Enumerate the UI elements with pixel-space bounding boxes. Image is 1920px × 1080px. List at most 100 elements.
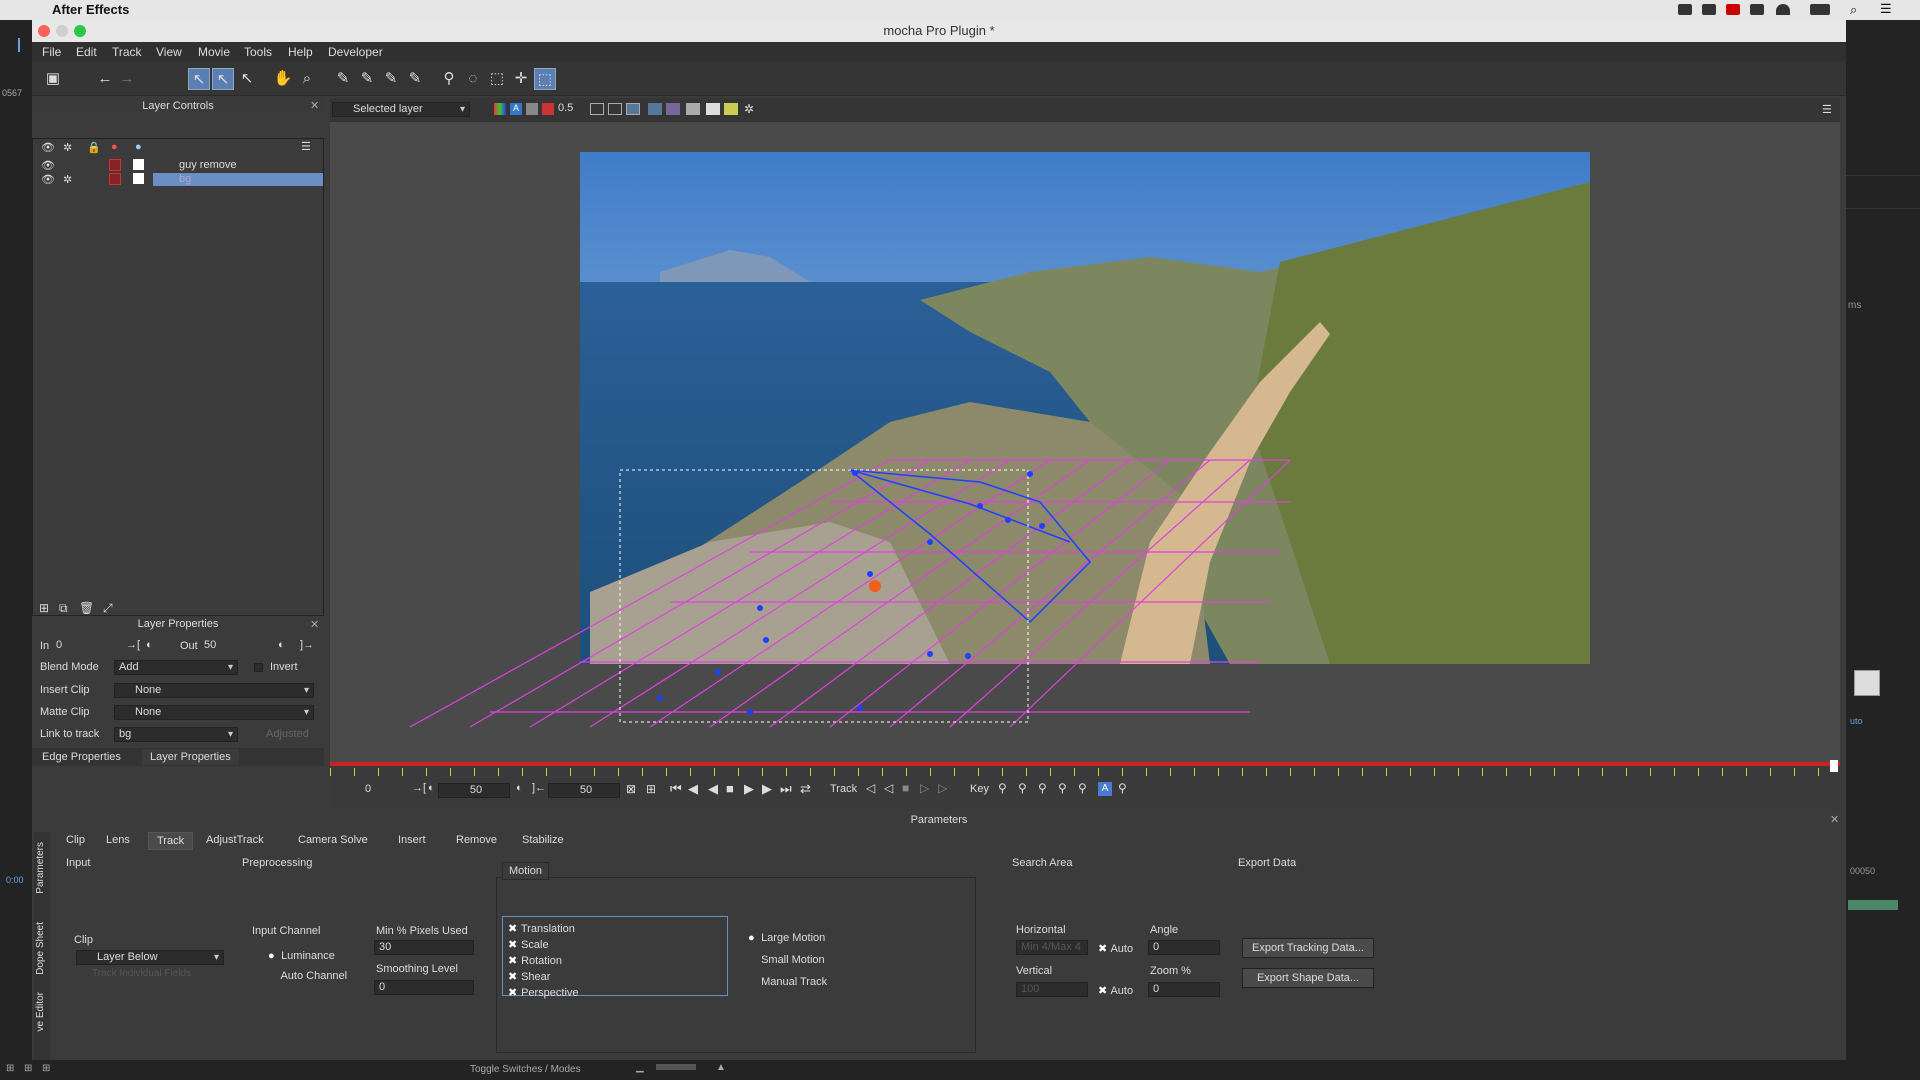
dropbox-icon[interactable] xyxy=(1678,4,1692,15)
in-keyframe-icon[interactable]: ◐ xyxy=(146,639,153,651)
add-key-icon[interactable]: ⚲ xyxy=(1018,781,1027,795)
out-keyframe-icon[interactable]: ◐ xyxy=(516,782,523,794)
tab-lens[interactable]: Lens xyxy=(98,832,138,848)
track-backward-icon[interactable]: ◁ xyxy=(866,781,875,795)
duplicate-layer-icon[interactable]: ⧉ xyxy=(59,601,68,616)
tab-edge-properties[interactable]: Edge Properties xyxy=(42,751,121,763)
layer-matte-swatch[interactable] xyxy=(133,173,144,184)
overlay-icon[interactable] xyxy=(724,103,738,115)
zoom-tool-icon[interactable]: ⌕ xyxy=(296,68,318,90)
matte-view-icon[interactable] xyxy=(526,103,538,115)
step-forward-icon[interactable]: ▶ xyxy=(762,781,772,797)
add-point-tool-icon[interactable]: ↖ xyxy=(236,68,258,90)
current-frame-field[interactable]: 50 xyxy=(438,783,510,798)
clip-dropdown[interactable]: Layer Below xyxy=(76,950,224,965)
toggle-switches-modes[interactable]: Toggle Switches / Modes xyxy=(470,1064,581,1075)
close-panel-icon[interactable]: ✕ xyxy=(1830,813,1839,826)
smoothing-field[interactable]: 0 xyxy=(374,980,474,995)
step-back-icon[interactable]: ◀ xyxy=(688,781,698,797)
notification-center-icon[interactable]: ☰ xyxy=(1880,1,1892,17)
menu-file[interactable]: File xyxy=(42,45,61,59)
hand-tool-icon[interactable]: ✋ xyxy=(272,68,294,90)
alpha-channel-icon[interactable]: A xyxy=(510,103,522,115)
zoom-field[interactable]: 0 xyxy=(1148,982,1220,997)
vertical-field[interactable]: 100 xyxy=(1016,982,1088,997)
xspline-tool-icon[interactable]: ✎ xyxy=(332,68,354,90)
zoom-slider[interactable] xyxy=(656,1064,696,1070)
layer-color-view-icon[interactable] xyxy=(542,103,554,115)
play-forward-icon[interactable]: ▶ xyxy=(744,781,754,797)
menu-help[interactable]: Help xyxy=(288,45,313,59)
horizontal-auto-checkbox[interactable]: ✖ Auto xyxy=(1098,942,1133,955)
manual-track-radio[interactable]: Manual Track xyxy=(748,976,827,988)
viewer-menu-icon[interactable]: ☰ xyxy=(1822,103,1832,116)
track-forward-icon[interactable]: ▷ xyxy=(938,781,947,795)
layer-row[interactable]: 👁 guy remove xyxy=(33,159,323,173)
track-stop-icon[interactable]: ■ xyxy=(902,781,909,795)
tab-adjusttrack[interactable]: AdjustTrack xyxy=(198,832,272,848)
menu-view[interactable]: View xyxy=(156,45,182,59)
insert-clip-dropdown[interactable]: None xyxy=(114,683,314,698)
layer-name[interactable]: bg xyxy=(153,173,323,186)
auto-channel-radio[interactable]: Auto Channel xyxy=(268,970,347,982)
delete-key-icon[interactable]: ⚲ xyxy=(1058,781,1067,795)
start-frame-field[interactable]: 0 xyxy=(330,783,402,798)
rotation-checkbox[interactable]: ✖ Rotation xyxy=(508,954,562,967)
viewer-canvas[interactable] xyxy=(330,122,1840,762)
tab-stabilize[interactable]: Stabilize xyxy=(514,832,572,848)
select-b-tool-icon[interactable]: ↖ xyxy=(212,68,234,90)
key-lock-icon[interactable]: ⚲ xyxy=(1118,781,1127,795)
close-panel-icon[interactable]: ✕ xyxy=(310,618,319,631)
loop-icon[interactable]: ⇄ xyxy=(800,781,811,797)
pick-tool-icon[interactable]: ↖ xyxy=(188,68,210,90)
menu-movie[interactable]: Movie xyxy=(198,45,230,59)
track-step-back-icon[interactable]: ◁ xyxy=(884,781,893,795)
visibility-icon[interactable]: 👁 xyxy=(41,173,55,186)
min-pixels-field[interactable]: 30 xyxy=(374,940,474,955)
end-frame-field[interactable]: 50 xyxy=(548,783,620,798)
go-to-end-icon[interactable]: ⏭ xyxy=(780,781,792,797)
tab-insert[interactable]: Insert xyxy=(390,832,434,848)
delete-all-keys-icon[interactable]: ⚲ xyxy=(1078,781,1087,795)
set-in-icon[interactable]: →[ xyxy=(126,639,140,651)
layer-matte-swatch[interactable] xyxy=(133,159,144,170)
prev-key-icon[interactable]: ⚲ xyxy=(998,781,1007,795)
visibility-icon[interactable]: 👁 xyxy=(41,159,55,172)
add-xspline-tool-icon[interactable]: ✎ xyxy=(356,68,378,90)
small-motion-radio[interactable]: Small Motion xyxy=(748,954,825,966)
redo-icon[interactable]: → xyxy=(116,68,138,90)
close-panel-icon[interactable]: ✕ xyxy=(310,99,319,112)
link-tool-icon[interactable]: ⚲ xyxy=(438,68,460,90)
view-mode-icon[interactable] xyxy=(590,103,604,115)
shear-checkbox[interactable]: ✖ Shear xyxy=(508,970,550,983)
layer-name[interactable]: guy remove xyxy=(179,159,236,171)
move-tool-icon[interactable]: ✛ xyxy=(510,68,532,90)
settings-icon[interactable]: ✲ xyxy=(744,102,754,116)
layer-selection-dropdown[interactable]: Selected layer xyxy=(332,102,470,117)
out-keyframe-icon[interactable]: ◐ xyxy=(278,639,285,651)
tab-clip[interactable]: Clip xyxy=(58,832,93,848)
blend-mode-dropdown[interactable]: Add xyxy=(114,660,238,675)
large-motion-radio[interactable]: ● Large Motion xyxy=(748,932,825,944)
keyboard-icon[interactable] xyxy=(1750,4,1764,15)
stop-icon[interactable]: ■ xyxy=(726,781,734,796)
translation-checkbox[interactable]: ✖ Translation xyxy=(508,922,575,935)
ae-layer-bar[interactable] xyxy=(1848,900,1898,910)
matte-clip-dropdown[interactable]: None xyxy=(114,705,314,720)
expand-icon[interactable]: ⤢ xyxy=(103,601,113,616)
menu-tools[interactable]: Tools xyxy=(244,45,272,59)
search-icon[interactable]: ⌕ xyxy=(1850,2,1857,18)
menu-developer[interactable]: Developer xyxy=(328,45,383,59)
invert-checkbox[interactable] xyxy=(254,663,263,672)
side-tab-parameters[interactable]: Parameters xyxy=(35,842,46,894)
set-in-point-icon[interactable]: →[ xyxy=(412,782,426,794)
perspective-checkbox[interactable]: ✖ Perspective xyxy=(508,986,579,999)
layer-menu-icon[interactable]: ☰ xyxy=(301,140,311,153)
creative-cloud-icon[interactable] xyxy=(1702,4,1716,15)
set-out-icon[interactable]: ]→ xyxy=(300,639,314,651)
delete-layer-icon[interactable]: 🗑 xyxy=(79,601,94,615)
out-field[interactable]: 50 xyxy=(200,639,250,654)
link-to-track-dropdown[interactable]: bg xyxy=(114,727,238,742)
next-key-icon[interactable]: ⚲ xyxy=(1038,781,1047,795)
cog-icon[interactable]: ✲ xyxy=(63,173,72,186)
